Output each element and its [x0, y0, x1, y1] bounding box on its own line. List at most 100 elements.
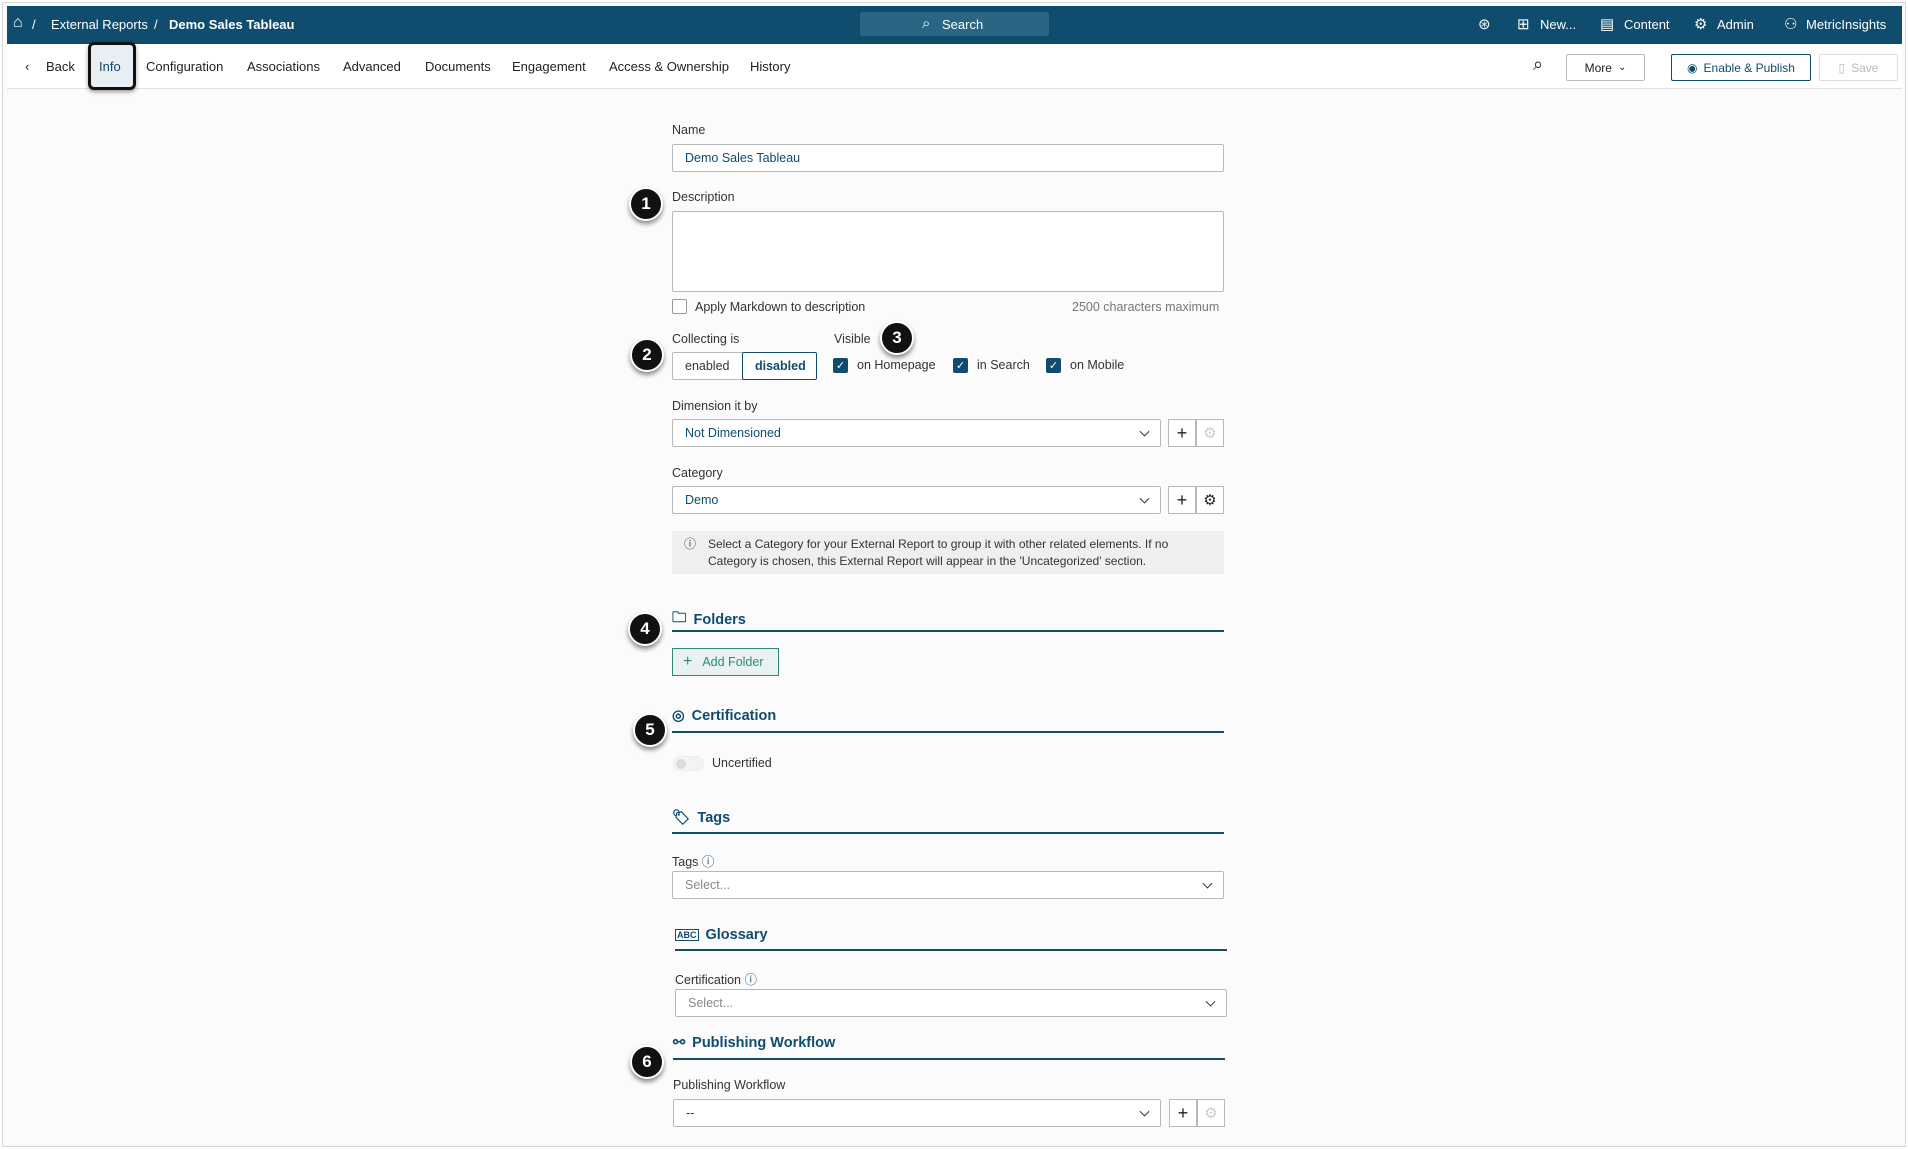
back-button[interactable]: Back [46, 59, 75, 74]
add-workflow-button[interactable]: + [1169, 1099, 1197, 1127]
workflow-icon: ⚯ [673, 1035, 686, 1051]
user-menu[interactable]: MetricInsights [1806, 17, 1886, 32]
collecting-disabled-button[interactable]: disabled [742, 352, 817, 380]
plus-square-icon: ⊞ [1517, 16, 1530, 33]
chevron-down-icon [1139, 426, 1150, 437]
glossary-certification-label: Certification ⓘ [675, 969, 757, 988]
mobile-label: on Mobile [1070, 358, 1125, 372]
tags-placeholder: Select... [685, 878, 731, 892]
tab-history[interactable]: History [750, 59, 790, 74]
name-input[interactable]: Demo Sales Tableau [672, 144, 1224, 172]
enable-publish-label: Enable & Publish [1703, 60, 1795, 75]
save-button[interactable]: ▯ Save [1819, 54, 1898, 81]
eye-icon: ◉ [1687, 60, 1698, 75]
tab-engagement[interactable]: Engagement [512, 59, 586, 74]
workflow-select[interactable]: -- [673, 1099, 1161, 1127]
more-button[interactable]: More ⌄ [1566, 54, 1645, 81]
tags-label: Tags ⓘ [672, 851, 714, 870]
plus-icon: + [683, 653, 693, 670]
tab-advanced[interactable]: Advanced [343, 59, 401, 74]
enable-publish-button[interactable]: ◉ Enable & Publish [1671, 54, 1811, 81]
gear-icon[interactable]: ⚙ [1196, 486, 1224, 514]
description-textarea[interactable] [672, 211, 1224, 292]
tags-title: Tags [697, 809, 731, 826]
certification-status: Uncertified [712, 756, 772, 770]
workflow-title: Publishing Workflow [692, 1035, 836, 1051]
divider [672, 630, 1224, 632]
dimension-value: Not Dimensioned [685, 426, 781, 440]
ai-assistant-icon[interactable]: ⊛ [1478, 15, 1491, 33]
mobile-checkbox[interactable]: ✓ [1046, 358, 1061, 373]
tab-bar: ‹ Back Info Configuration Associations A… [7, 42, 1902, 90]
homepage-checkbox[interactable]: ✓ [833, 358, 848, 373]
new-button[interactable]: New... [1540, 17, 1576, 32]
add-folder-label: Add Folder [702, 655, 764, 669]
glossary-title: Glossary [705, 927, 768, 943]
chevron-down-icon [1139, 1106, 1150, 1117]
tab-configuration[interactable]: Configuration [146, 59, 223, 74]
certification-heading: ◎ Certification [672, 708, 776, 724]
callout-1: 1 [629, 187, 663, 221]
category-label: Category [672, 466, 723, 480]
search-box[interactable]: ⌕ Search [860, 12, 1049, 36]
save-icon: ▯ [1838, 60, 1846, 75]
gear-icon[interactable]: ⚙ [1197, 1099, 1225, 1127]
abc-icon: ABC [675, 929, 699, 941]
chevron-down-icon [1202, 878, 1213, 889]
tab-access-ownership[interactable]: Access & Ownership [609, 59, 729, 74]
search-icon[interactable]: ⌕ [1533, 54, 1543, 75]
info-icon[interactable]: ⓘ [744, 973, 757, 987]
tab-associations[interactable]: Associations [247, 59, 320, 74]
add-dimension-button[interactable]: + [1168, 419, 1196, 447]
dimension-label: Dimension it by [672, 399, 758, 413]
info-icon[interactable]: ⓘ [702, 855, 715, 869]
chevron-left-icon[interactable]: ‹ [25, 59, 29, 74]
description-label: Description [672, 190, 735, 204]
glossary-placeholder: Select... [688, 996, 734, 1010]
app-frame [2, 2, 1906, 1147]
markdown-checkbox[interactable] [672, 299, 687, 314]
tags-label-text: Tags [672, 855, 699, 869]
tag-icon: 🏷 [672, 810, 691, 826]
certification-title: Certification [691, 708, 777, 724]
collecting-enabled-button[interactable]: enabled [672, 352, 743, 380]
tab-documents[interactable]: Documents [425, 59, 491, 74]
callout-6: 6 [630, 1045, 664, 1079]
gear-icon[interactable]: ⚙ [1196, 419, 1224, 447]
save-label: Save [1851, 60, 1879, 75]
name-label: Name [672, 123, 706, 137]
certification-toggle[interactable] [673, 756, 704, 771]
glossary-heading: ABC Glossary [675, 927, 768, 943]
workflow-heading: ⚯ Publishing Workflow [673, 1035, 835, 1051]
glossary-cert-label-text: Certification [675, 973, 741, 987]
dimension-select[interactable]: Not Dimensioned [672, 419, 1161, 447]
search-icon: ⌕ [922, 15, 931, 32]
workflow-label: Publishing Workflow [673, 1078, 786, 1092]
breadcrumb-external-reports[interactable]: External Reports [51, 17, 148, 32]
info-icon: ⓘ [684, 537, 697, 551]
search-checkbox[interactable]: ✓ [953, 358, 968, 373]
folder-icon: 🗀 [672, 610, 687, 626]
chevron-down-icon [1205, 996, 1216, 1007]
tags-select[interactable]: Select... [672, 871, 1224, 899]
chevron-down-icon: ⌄ [1617, 62, 1627, 73]
category-select[interactable]: Demo [672, 486, 1161, 514]
admin-button[interactable]: Admin [1717, 17, 1754, 32]
category-value: Demo [685, 493, 719, 507]
add-folder-button[interactable]: + Add Folder [672, 648, 779, 676]
tab-info[interactable]: Info [99, 59, 121, 74]
home-icon[interactable]: ⌂ [13, 14, 23, 32]
add-category-button[interactable]: + [1168, 486, 1196, 514]
category-info-text: Select a Category for your External Repo… [708, 537, 1169, 568]
callout-3: 3 [880, 321, 914, 355]
user-icon: ⚇ [1784, 16, 1798, 33]
divider [672, 832, 1224, 834]
visible-label: Visible [834, 332, 871, 346]
folders-title: Folders [693, 611, 746, 628]
workflow-value: -- [686, 1106, 695, 1120]
content-button[interactable]: Content [1624, 17, 1670, 32]
glossary-certification-select[interactable]: Select... [675, 989, 1227, 1017]
category-info-box: ⓘ Select a Category for your External Re… [672, 531, 1224, 574]
search-visible-label: in Search [977, 358, 1030, 372]
more-label: More [1584, 60, 1612, 75]
